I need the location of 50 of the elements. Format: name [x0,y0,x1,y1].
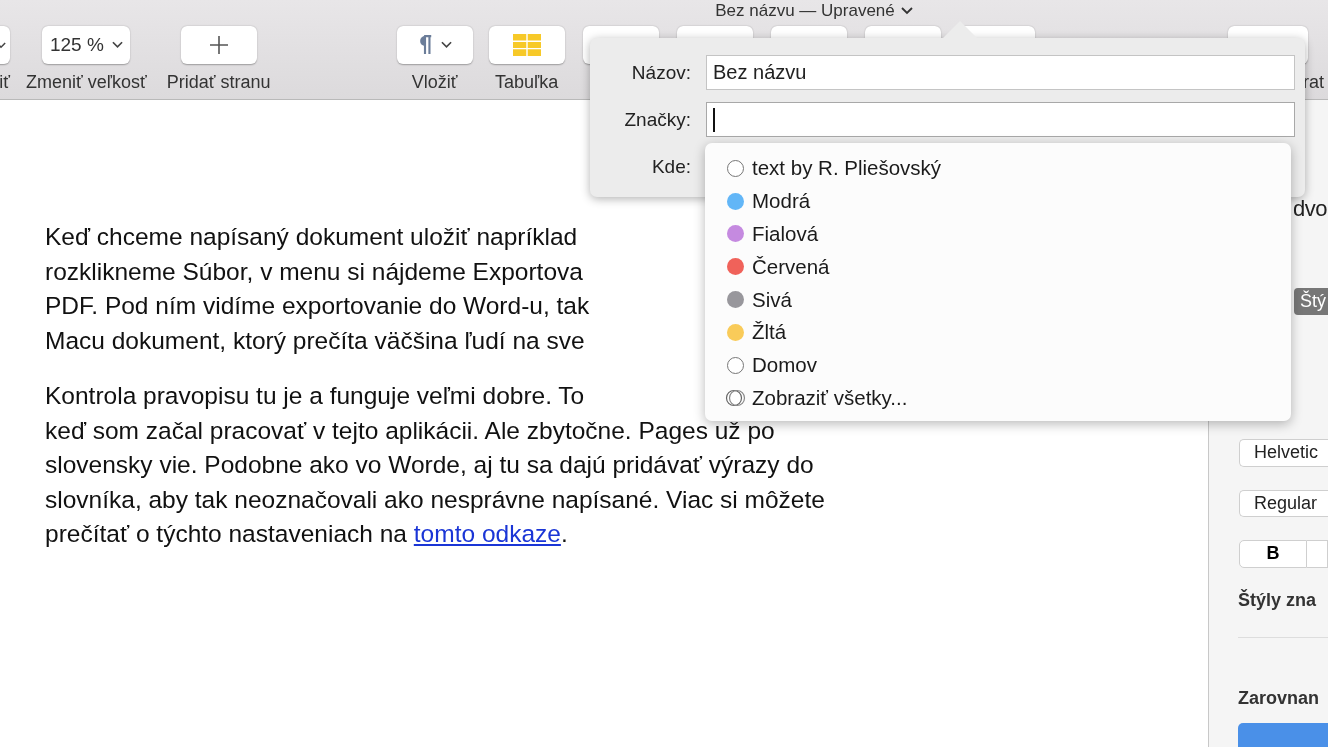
text-line: Keď chceme napísaný dokument uložiť napríklad [45,223,578,250]
tag-menu-item[interactable]: text by R. Pliešovský [705,152,1291,185]
toolbar-label: Tabuľka [494,72,559,93]
style-tab[interactable]: Štý [1294,287,1328,316]
input-field[interactable] [706,102,1295,137]
toolbar-label: Zmeniť veľkosť [26,72,147,93]
align-button[interactable] [1238,722,1328,747]
text-line: . [560,520,568,547]
plus-icon [208,35,229,55]
circle-icon [727,356,744,374]
tag-menu-item[interactable]: Domov [705,348,1291,382]
field-label: Názov: [630,61,691,84]
text-line: PDF. Pod ním vidíme exportovanie do Word-u, tak [45,292,590,319]
tag-menu-item[interactable]: Fialová [705,217,1291,251]
section-label: Štýly zna [1238,589,1318,611]
circles-icon [725,388,747,407]
text-line: Kontrola pravopisu tu je a funguje veľmi dobre. To [45,382,585,409]
sidebar-heading: dvo [1293,196,1327,223]
text-line: Macu dokument, ktorý prečíta väčšina ľudí na sve [45,326,585,354]
tag-menu-item[interactable]: Zobraziť všetky... [705,381,1291,415]
text-line: keď som začal pracovať v tejto aplikácii. Ale zbytočne. Pages už po [45,416,775,444]
add-page-button[interactable] [180,26,257,64]
text-line: slovníka, aby tak neoznačovali ako nesprávne napísané. Viac si môžete [45,485,825,513]
field-label: Kde: [650,155,691,178]
chevron-icon [111,41,123,49]
chevron-icon[interactable] [900,7,913,15]
input-field[interactable]: Bez názvu [706,55,1295,90]
chevron-icon [441,41,453,49]
text-line: slovensky vie. Podobne ako vo Worde, aj tu sa dajú pridávať výrazy do [45,451,814,478]
text-line: prečítať o týchto nastaveniach na [45,520,407,547]
font-style-dropdown[interactable]: Regular [1239,489,1328,518]
bold-button[interactable]: B [1239,540,1307,568]
tag-menu-item[interactable]: Červená [705,250,1291,284]
zoom-dropdown[interactable]: 125 % [42,26,131,64]
toolbar-label: iť [0,72,10,93]
toolbar-label: Vložiť [411,72,458,93]
text-line: rozklikneme Súbor, v menu si nájdeme Exportova [45,257,583,285]
table-icon [512,34,541,56]
tag-menu-item[interactable]: Modrá [705,184,1291,218]
tag-menu-item[interactable]: Sivá [705,283,1291,316]
circle-icon [727,159,744,177]
field-label: Značky: [623,108,691,131]
insert-button[interactable] [396,26,473,64]
tag-menu-item[interactable]: Žltá [705,316,1291,349]
font-family-dropdown[interactable]: Helvetic [1239,439,1328,467]
link[interactable]: tomto odkaze [413,520,561,547]
window-title: Bez názvu — Upravené [715,1,895,21]
toolbar-label: Pridať stranu [166,72,271,93]
paragraph-icon [417,34,434,56]
section-label: Zarovnan [1238,687,1321,709]
